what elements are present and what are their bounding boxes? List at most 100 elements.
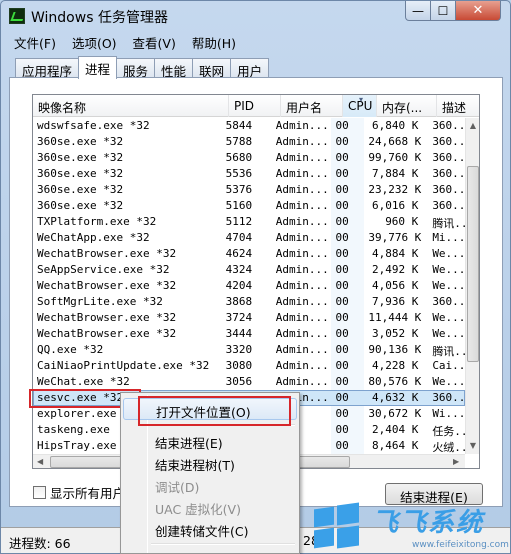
user-cell: Admin... [275,247,329,260]
tab-applications[interactable]: 应用程序 [15,58,80,79]
pid-cell: 4624 [225,247,253,260]
table-row[interactable]: QQ.exe *32 3320 Admin...0090,136 K 腾讯... [33,342,465,358]
table-row[interactable]: WeChat.exe *32 3056 Admin... 00 80,576 K We..… [33,374,465,390]
cpu-cell: 00 [331,230,365,246]
context-menu-item[interactable]: 创建转储文件(C) [123,517,297,539]
description-cell: We... [432,311,465,324]
table-row[interactable]: WechatBrowser.exe *32 3724 Admin... 00 11,44… [33,310,465,326]
show-all-users-checkbox[interactable] [33,486,46,499]
pid-cell: 3080 [225,359,253,372]
column-image-name[interactable]: 映像名称 [33,95,229,117]
cpu-cell: 00 [331,150,365,166]
context-menu-item: UAC 虚拟化(V) [155,502,241,517]
watermark-url: www.feifeixitong.com [412,540,509,550]
process-name-cell: 360se.exe *32 [37,135,124,148]
table-row[interactable]: 360se.exe *32 5376 Admin... 00 23,232 K 360..… [33,182,465,198]
description-cell: 360... [432,135,465,148]
user-cell: Admin... [275,135,329,148]
user-cell: Admin... [275,359,329,372]
table-row[interactable]: WechatBrowser.exe *32 3444 Admin... 00 3,052… [33,326,465,342]
menu-separator [151,543,295,545]
memory-cell: 99,760 K [368,151,422,164]
memory-cell: 8,464 K [371,439,419,452]
tab-strip: 应用程序 进程 服务 性能 联网 用户 [15,56,270,79]
table-row[interactable]: TXPlatform.exe *32 5112 Admin... 00 960 K 腾讯.… [33,214,465,230]
description-cell: We... [432,279,465,292]
cpu-cell: 00 [331,406,365,422]
user-cell: Admin... [275,151,329,164]
description-cell: 360... [432,199,465,212]
process-name-cell: 360se.exe *32 [37,167,124,180]
pid-cell: 5160 [225,199,253,212]
description-cell: We... [432,375,465,388]
memory-cell: 39,776 K [368,231,422,244]
menu-file[interactable]: 文件(F) [6,31,64,51]
table-row[interactable]: WechatBrowser.exe *32 4204 Admin... 00 4,056… [33,278,465,294]
table-row[interactable]: 360se.exe *32 5680 Admin... 00 99,760 K 360..… [33,150,465,166]
pid-cell: 4704 [225,231,253,244]
description-cell: 火绒... [432,441,465,454]
title-bar[interactable]: Windows 任务管理器 — ☐ ✕ [1,1,510,31]
table-row[interactable]: 360se.exe *32 5788 Admin... 00 24,668 K 360..… [33,134,465,150]
description-cell: 360... [432,295,465,308]
menu-options[interactable]: 选项(O) [64,31,125,51]
minimize-button[interactable]: — [405,1,431,21]
context-menu-item[interactable]: 结束进程树(T) [123,451,297,473]
column-pid[interactable]: PID [229,95,281,117]
menu-view[interactable]: 查看(V) [125,31,184,51]
description-cell: Cai... [432,359,465,372]
pid-cell: 5680 [225,151,253,164]
cpu-cell: 00 [331,326,365,342]
scroll-down-icon[interactable]: ▼ [466,438,479,454]
memory-cell: 80,576 K [368,375,422,388]
scroll-left-icon[interactable]: ◀ [37,457,43,466]
process-name-cell: wdswfsafe.exe *32 [37,119,150,132]
table-row[interactable]: SeAppService.exe *32 4324 Admin... 00 2,492 … [33,262,465,278]
tab-processes[interactable]: 进程 [78,56,118,79]
process-name-cell: TXPlatform.exe *32 [37,215,157,228]
tab-networking[interactable]: 联网 [192,58,232,79]
column-user[interactable]: 用户名 [281,95,343,117]
column-cpu[interactable]: ▾ CPU [343,95,377,117]
window-title: Windows 任务管理器 [31,10,168,26]
vertical-scrollbar[interactable]: ▲ ▼ [465,118,479,454]
table-row[interactable]: wdswfsafe.exe *32 5844 Admin... 00 6,840 K 36… [33,118,465,134]
table-row[interactable]: SoftMgrLite.exe *32 3868 Admin... 00 7,936 K… [33,294,465,310]
memory-cell: 11,444 K [368,311,422,324]
cpu-cell: 00 [331,166,365,182]
close-button[interactable]: ✕ [455,1,501,21]
description-cell: 360... [432,167,465,180]
process-name-cell: 360se.exe *32 [37,151,124,164]
list-header: 映像名称 PID 用户名 ▾ CPU 内存(... 描述 [33,95,479,117]
pid-cell: 3320 [225,343,253,356]
table-row[interactable]: WeChatApp.exe *32 4704 Admin... 00 39,776 K M… [33,230,465,246]
cpu-cell: 00 [331,214,365,230]
context-menu-item[interactable]: 结束进程(E) [123,429,297,451]
show-all-users-option[interactable]: 显示所有用户 [33,483,125,502]
scroll-right-icon[interactable]: ▶ [453,457,459,466]
table-row[interactable]: WechatBrowser.exe *32 4624 Admin... 00 4,884… [33,246,465,262]
maximize-button[interactable]: ☐ [430,1,456,21]
table-row[interactable]: CaiNiaoPrintUpdate.exe *32 3080 Admin... 00… [33,358,465,374]
pid-cell: 5536 [225,167,253,180]
cpu-cell: 00 [331,198,365,214]
table-row[interactable]: 360se.exe *32 5536 Admin...00 7,884 K 360... [33,166,465,182]
memory-cell: 2,492 K [371,263,419,276]
scroll-up-icon[interactable]: ▲ [466,118,479,134]
pid-cell: 5788 [225,135,253,148]
table-row[interactable]: 360se.exe *32 5160 Admin...00 6,016 K 360... [33,198,465,214]
user-cell: Admin... [275,375,329,388]
column-description[interactable]: 描述 [437,95,479,117]
menu-help[interactable]: 帮助(H) [184,31,244,51]
cpu-cell: 00 [331,422,365,438]
tab-performance[interactable]: 性能 [154,58,194,79]
tab-users[interactable]: 用户 [230,58,270,79]
user-cell: Admin... [275,199,329,212]
memory-cell: 30,672 K [368,407,422,420]
tab-services[interactable]: 服务 [116,58,156,79]
description-cell: We... [432,263,465,276]
vertical-scroll-thumb[interactable] [467,166,479,362]
user-cell: Admin... [275,263,329,276]
process-name-cell: 360se.exe *32 [37,199,124,212]
column-memory[interactable]: 内存(... [377,95,437,117]
